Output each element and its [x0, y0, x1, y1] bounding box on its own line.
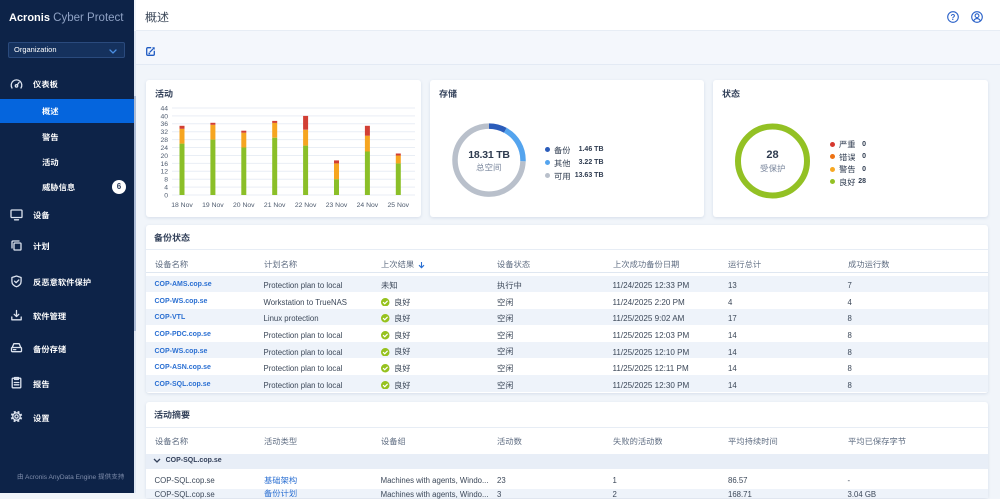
svg-text:36: 36 [160, 121, 168, 128]
svg-text:25 Nov: 25 Nov [388, 202, 410, 209]
svg-text:24 Nov: 24 Nov [357, 202, 379, 209]
svg-text:4: 4 [164, 185, 168, 192]
svg-text:40: 40 [160, 113, 168, 120]
svg-text:20: 20 [160, 153, 168, 160]
svg-text:21 Nov: 21 Nov [264, 202, 286, 209]
svg-text:19 Nov: 19 Nov [202, 202, 224, 209]
svg-text:20 Nov: 20 Nov [233, 202, 255, 209]
svg-text:24: 24 [160, 145, 168, 152]
svg-text:18 Nov: 18 Nov [171, 202, 193, 209]
svg-text:8: 8 [164, 177, 168, 184]
svg-text:23 Nov: 23 Nov [326, 202, 348, 209]
svg-text:?: ? [950, 13, 955, 22]
svg-text:22 Nov: 22 Nov [295, 202, 317, 209]
svg-text:12: 12 [160, 169, 168, 176]
svg-text:44: 44 [160, 105, 168, 112]
svg-text:16: 16 [160, 161, 168, 168]
svg-text:32: 32 [160, 129, 168, 136]
svg-text:28: 28 [160, 137, 168, 144]
svg-text:0: 0 [164, 192, 168, 199]
